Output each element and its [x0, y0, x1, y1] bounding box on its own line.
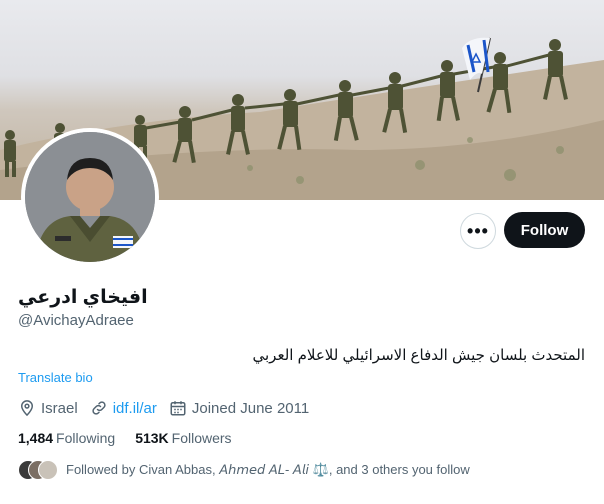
followed-by-text: Followed by Civan Abbas, 𝘈𝘩𝘮𝘦𝘥 𝘈𝘓- 𝘈𝘭𝘪 ⚖…	[66, 462, 470, 477]
website-link[interactable]: idf.il/ar	[113, 400, 157, 417]
following-link[interactable]: 1,484 Following	[18, 430, 115, 446]
link-icon	[92, 401, 106, 415]
follow-stats: 1,484 Following 513K Followers	[18, 430, 252, 446]
avatar	[38, 460, 58, 480]
location-item: Israel	[18, 399, 78, 417]
display-name: افيخاي ادرعي	[18, 287, 148, 308]
joined-text: Joined June 2011	[191, 399, 310, 417]
profile-meta: Israel idf.il/ar Joined June 2011	[18, 398, 321, 418]
followed-by-row[interactable]: Followed by Civan Abbas, 𝘈𝘩𝘮𝘦𝘥 𝘈𝘓- 𝘈𝘭𝘪 ⚖…	[18, 460, 470, 480]
followers-link[interactable]: 513K Followers	[135, 430, 231, 446]
translate-bio-link[interactable]: Translate bio	[18, 370, 93, 385]
following-count: 1,484	[18, 430, 54, 446]
profile-bio: المتحدث بلسان جيش الدفاع الاسرائيلي للاع…	[252, 347, 586, 364]
follow-button[interactable]: Follow	[504, 212, 585, 248]
followers-label: Followers	[171, 430, 232, 446]
calendar-icon	[170, 401, 186, 416]
avatar-image	[25, 132, 155, 262]
follower-avatars	[18, 460, 58, 480]
website-item[interactable]: idf.il/ar	[90, 399, 157, 417]
username-handle: @AvichayAdraee	[18, 312, 134, 329]
profile-avatar[interactable]	[21, 128, 159, 266]
joined-item: Joined June 2011	[169, 399, 309, 417]
followers-count: 513K	[135, 430, 169, 446]
following-label: Following	[56, 430, 116, 446]
location-pin-icon	[20, 400, 34, 417]
location-text: Israel	[41, 399, 78, 417]
more-options-button[interactable]: •••	[460, 213, 496, 249]
